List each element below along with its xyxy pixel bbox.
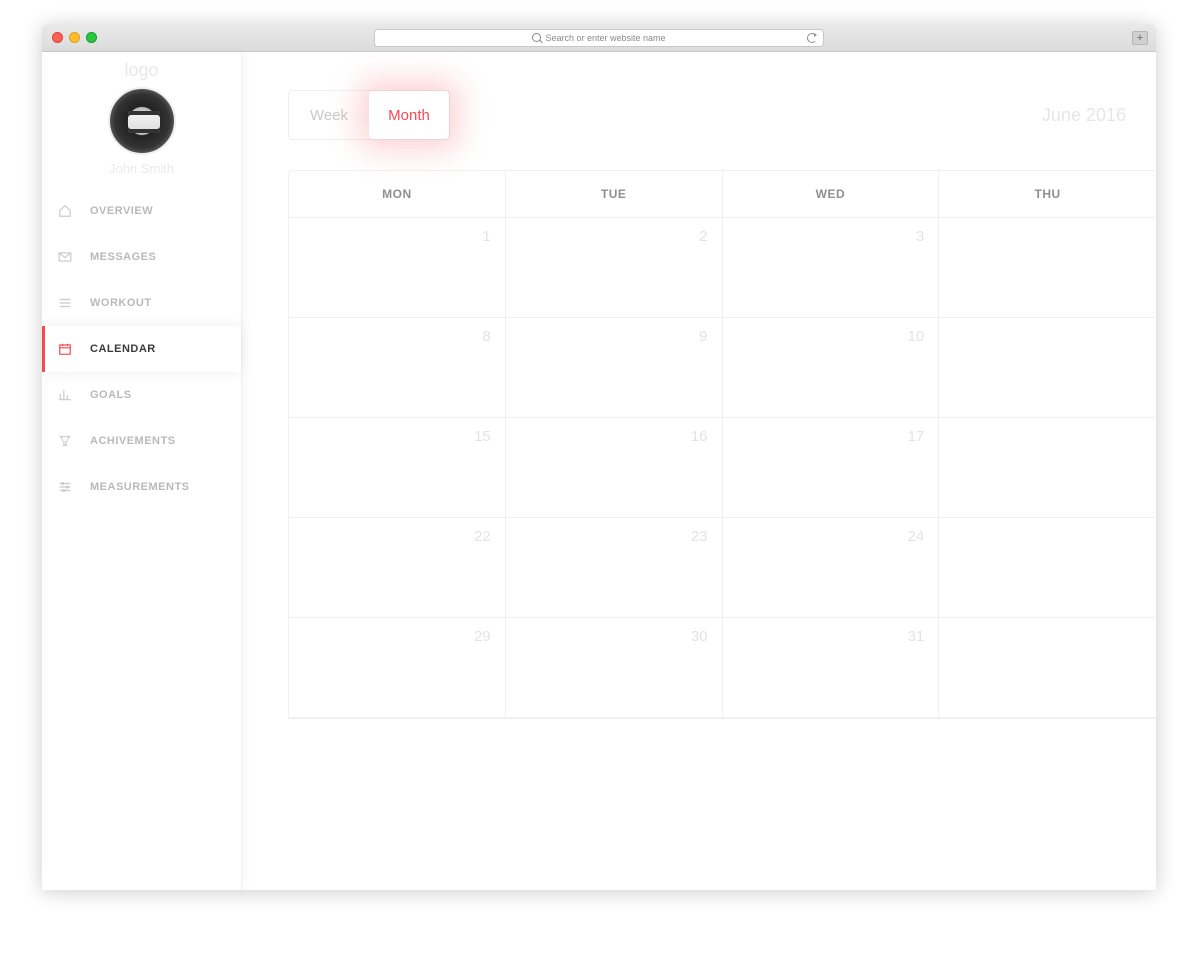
day-number: 30 <box>691 628 708 645</box>
month-tab[interactable]: Month <box>369 91 449 139</box>
current-period-label: June 2016 <box>1042 105 1126 126</box>
day-number: 10 <box>908 328 925 345</box>
calendar-body: 1238910151617222324293031 <box>289 218 1156 718</box>
sidebar-item-workout[interactable]: WORKOUT <box>42 280 241 326</box>
calendar-cell[interactable]: 9 <box>506 318 723 418</box>
search-icon <box>532 33 541 42</box>
list-icon <box>58 296 72 310</box>
sidebar-item-calendar[interactable]: CALENDAR <box>42 326 241 372</box>
day-header-thu: THU <box>939 171 1156 218</box>
calendar-cell[interactable] <box>939 618 1156 718</box>
calendar-cell[interactable]: 24 <box>723 518 940 618</box>
calendar-cell[interactable] <box>939 418 1156 518</box>
day-header-tue: TUE <box>506 171 723 218</box>
sidebar-item-label: ACHIVEMENTS <box>90 435 176 447</box>
main-content: Week Month June 2016 MON TUE WED THU 123… <box>242 52 1156 890</box>
day-number: 9 <box>699 328 707 345</box>
maximize-window-button[interactable] <box>86 32 97 43</box>
sidebar-item-label: CALENDAR <box>90 343 156 355</box>
calendar-cell[interactable]: 30 <box>506 618 723 718</box>
day-number: 31 <box>908 628 925 645</box>
calendar-cell[interactable] <box>939 218 1156 318</box>
calendar-cell[interactable]: 8 <box>289 318 506 418</box>
day-number: 17 <box>908 428 925 445</box>
sliders-icon <box>58 480 72 494</box>
sidebar-item-goals[interactable]: GOALS <box>42 372 241 418</box>
reload-icon[interactable] <box>807 33 817 43</box>
nav-list: OVERVIEW MESSAGES WORKOUT <box>42 188 241 510</box>
calendar-cell[interactable]: 16 <box>506 418 723 518</box>
new-tab-button[interactable]: + <box>1132 31 1148 45</box>
toolbar: Week Month June 2016 <box>288 90 1156 140</box>
close-window-button[interactable] <box>52 32 63 43</box>
day-number: 24 <box>908 528 925 545</box>
chart-icon <box>58 388 72 402</box>
sidebar-item-overview[interactable]: OVERVIEW <box>42 188 241 234</box>
calendar-header-row: MON TUE WED THU <box>289 171 1156 218</box>
app-root: logo John Smith OVERVIEW MESSAGES <box>42 52 1156 890</box>
home-icon <box>58 204 72 218</box>
address-placeholder: Search or enter website name <box>545 33 665 43</box>
sidebar-item-label: GOALS <box>90 389 132 401</box>
day-number: 3 <box>916 228 924 245</box>
day-header-wed: WED <box>723 171 940 218</box>
sidebar: logo John Smith OVERVIEW MESSAGES <box>42 52 242 890</box>
calendar-icon <box>58 342 72 356</box>
calendar-cell[interactable]: 15 <box>289 418 506 518</box>
day-number: 8 <box>482 328 490 345</box>
sidebar-item-messages[interactable]: MESSAGES <box>42 234 241 280</box>
week-tab[interactable]: Week <box>289 91 369 139</box>
calendar-cell[interactable] <box>939 518 1156 618</box>
calendar-cell[interactable]: 2 <box>506 218 723 318</box>
calendar-cell[interactable]: 22 <box>289 518 506 618</box>
calendar-cell[interactable]: 23 <box>506 518 723 618</box>
calendar-cell[interactable]: 17 <box>723 418 940 518</box>
calendar: MON TUE WED THU 123891015161722232429303… <box>288 170 1156 719</box>
browser-window: Search or enter website name + logo John… <box>42 24 1156 890</box>
day-number: 23 <box>691 528 708 545</box>
calendar-cell[interactable]: 31 <box>723 618 940 718</box>
calendar-cell[interactable]: 1 <box>289 218 506 318</box>
envelope-icon <box>58 250 72 264</box>
browser-titlebar: Search or enter website name + <box>42 24 1156 52</box>
sidebar-item-label: MESSAGES <box>90 251 156 263</box>
minimize-window-button[interactable] <box>69 32 80 43</box>
address-bar[interactable]: Search or enter website name <box>374 29 824 47</box>
day-number: 29 <box>474 628 491 645</box>
day-number: 1 <box>482 228 490 245</box>
calendar-cell[interactable] <box>939 318 1156 418</box>
calendar-cell[interactable]: 29 <box>289 618 506 718</box>
logo-text: logo <box>42 52 241 85</box>
trophy-icon <box>58 434 72 448</box>
sidebar-item-label: MEASUREMENTS <box>90 481 190 493</box>
day-number: 16 <box>691 428 708 445</box>
traffic-lights <box>52 32 97 43</box>
day-number: 22 <box>474 528 491 545</box>
day-number: 15 <box>474 428 491 445</box>
calendar-cell[interactable]: 10 <box>723 318 940 418</box>
sidebar-item-label: WORKOUT <box>90 297 152 309</box>
sidebar-item-label: OVERVIEW <box>90 205 153 217</box>
day-number: 2 <box>699 228 707 245</box>
view-switch: Week Month <box>288 90 450 140</box>
avatar[interactable] <box>108 87 176 155</box>
calendar-cell[interactable]: 3 <box>723 218 940 318</box>
sidebar-item-measurements[interactable]: MEASUREMENTS <box>42 464 241 510</box>
day-header-mon: MON <box>289 171 506 218</box>
username-label: John Smith <box>42 161 241 176</box>
sidebar-item-achivements[interactable]: ACHIVEMENTS <box>42 418 241 464</box>
